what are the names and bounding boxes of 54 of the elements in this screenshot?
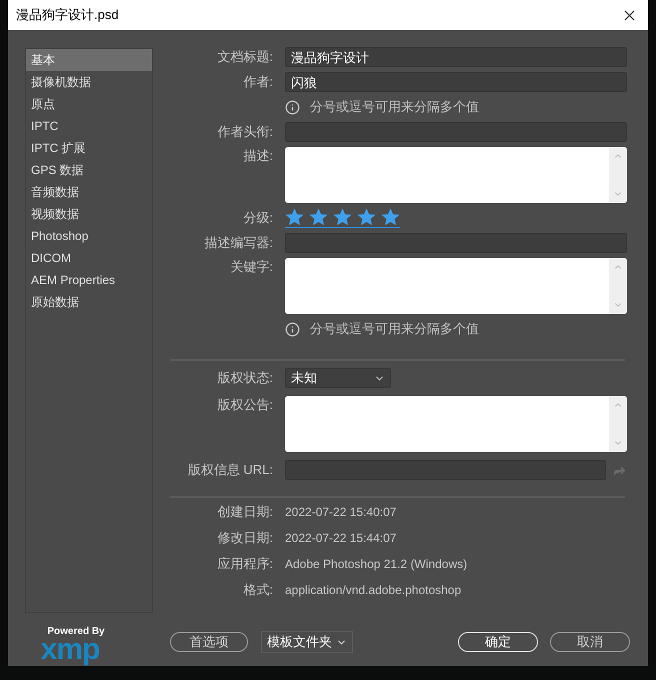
text-area[interactable]: [285, 396, 627, 452]
info-icon: [285, 322, 300, 336]
info-value: Adobe Photoshop 21.2 (Windows): [285, 556, 468, 573]
template-folder-dropdown[interactable]: 模板文件夹: [261, 631, 353, 653]
sidebar-item[interactable]: GPS 数据: [26, 159, 152, 181]
star-icon[interactable]: [333, 208, 352, 226]
status-dropdown[interactable]: 未知: [285, 368, 391, 388]
star-icon[interactable]: [285, 208, 304, 226]
scrollbar[interactable]: [609, 396, 627, 452]
star-icon[interactable]: [381, 208, 400, 226]
field-label: 文档标题:: [217, 48, 273, 66]
field-label: 分级:: [243, 209, 273, 227]
info-label: 修改日期:: [217, 529, 273, 548]
sidebar-item[interactable]: 视频数据: [26, 203, 152, 225]
text-area[interactable]: [285, 147, 627, 203]
cancel-button[interactable]: 取消: [550, 632, 630, 652]
info-value: application/vnd.adobe.photoshop: [285, 582, 462, 599]
sidebar-item[interactable]: 音频数据: [26, 181, 152, 203]
info-label: 创建日期:: [217, 503, 273, 522]
hint-text: 分号或逗号可用来分隔多个值: [310, 98, 479, 116]
sidebar-item[interactable]: 基本: [26, 49, 152, 71]
star-icon[interactable]: [309, 208, 328, 226]
field-label: 关键字:: [230, 258, 273, 276]
field-label: 版权公告:: [217, 396, 273, 414]
info-value: 2022-07-22 15:40:07: [285, 504, 396, 521]
info-label: 应用程序:: [217, 555, 273, 574]
star-icon[interactable]: [357, 208, 376, 226]
field-label: 作者头衔:: [217, 123, 273, 141]
text-field[interactable]: 漫品狗字设计: [285, 47, 627, 67]
sidebar-item[interactable]: 摄像机数据: [26, 71, 152, 93]
text-area[interactable]: [285, 258, 627, 314]
field-label: 作者:: [243, 73, 273, 91]
field-label: 版权信息 URL:: [188, 461, 273, 479]
scrollbar[interactable]: [609, 147, 627, 203]
sidebar-item[interactable]: Photoshop: [26, 225, 152, 247]
scrollbar[interactable]: [609, 258, 627, 314]
field-label: 描述:: [243, 147, 273, 165]
sidebar-item[interactable]: 原点: [26, 93, 152, 115]
text-field[interactable]: 闪狼: [285, 72, 627, 92]
preferences-button[interactable]: 首选项: [170, 632, 248, 652]
window-title: 漫品狗字设计.psd: [16, 6, 119, 24]
hint-text: 分号或逗号可用来分隔多个值: [310, 320, 479, 338]
sidebar-item[interactable]: DICOM: [26, 247, 152, 269]
info-label: 格式:: [243, 581, 273, 600]
sidebar-item[interactable]: AEM Properties: [26, 269, 152, 291]
field-label: 描述编写器:: [204, 234, 273, 252]
info-icon: [285, 100, 300, 114]
field-label: 版权状态:: [217, 369, 273, 387]
star-rating[interactable]: [285, 208, 400, 226]
sidebar-item[interactable]: IPTC 扩展: [26, 137, 152, 159]
sidebar-item[interactable]: 原始数据: [26, 291, 152, 313]
ok-button[interactable]: 确定: [458, 632, 538, 652]
info-value: 2022-07-22 15:44:07: [285, 530, 396, 547]
sidebar-item[interactable]: IPTC: [26, 115, 152, 137]
